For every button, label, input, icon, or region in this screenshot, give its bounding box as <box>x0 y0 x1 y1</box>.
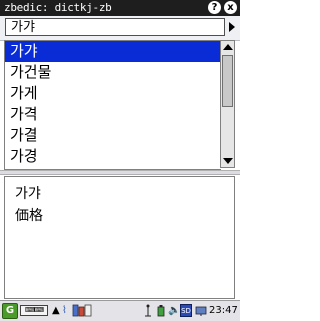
go-arrow-icon[interactable] <box>229 22 235 32</box>
entry-definition: 価格 <box>15 208 43 224</box>
antenna-icon[interactable] <box>143 304 153 317</box>
list-item[interactable]: 가격 <box>5 104 221 125</box>
volume-icon[interactable]: 🔈 <box>168 304 180 317</box>
search-input[interactable]: 가갸 <box>5 18 225 36</box>
list-item[interactable]: 가건물 <box>5 62 221 83</box>
list-item[interactable]: 가게 <box>5 83 221 104</box>
window-title: zbedic: dictkj-zb <box>4 1 112 14</box>
help-button[interactable]: ? <box>208 1 221 14</box>
taskbar: G ⌨⌨ ▲ ⌇ 🔈 SD 23:47 <box>0 300 240 321</box>
entry-headword: 가갸 <box>15 186 41 202</box>
splitter-handle[interactable] <box>0 170 240 175</box>
search-bar: 가갸 <box>0 16 240 41</box>
list-item[interactable]: 가경 <box>5 146 221 167</box>
clock: 23:47 <box>209 305 238 316</box>
entry-view: 가갸 価格 <box>4 176 235 299</box>
battery-icon[interactable] <box>155 304 167 317</box>
scroll-down-icon[interactable] <box>223 158 233 164</box>
network-icon[interactable] <box>195 304 207 317</box>
scroll-thumb[interactable] <box>222 55 233 107</box>
word-list[interactable]: 가갸 가건물 가게 가격 가결 가경 <box>4 40 221 170</box>
wifi-icon[interactable]: ⌇ <box>62 304 67 317</box>
list-item[interactable]: 가결 <box>5 125 221 146</box>
keyboard-icon[interactable]: ⌨⌨ <box>20 305 48 316</box>
books-icon[interactable] <box>72 304 94 317</box>
start-menu-icon[interactable]: G <box>2 303 18 319</box>
sd-card-icon[interactable]: SD <box>180 304 192 317</box>
word-list-scrollbar[interactable] <box>220 40 235 168</box>
scroll-up-icon[interactable] <box>223 44 233 50</box>
list-item-selected[interactable]: 가갸 <box>5 41 221 62</box>
title-bar: zbedic: dictkj-zb ? x <box>0 0 240 16</box>
close-button[interactable]: x <box>224 1 237 14</box>
up-arrow-icon[interactable]: ▲ <box>52 304 60 317</box>
